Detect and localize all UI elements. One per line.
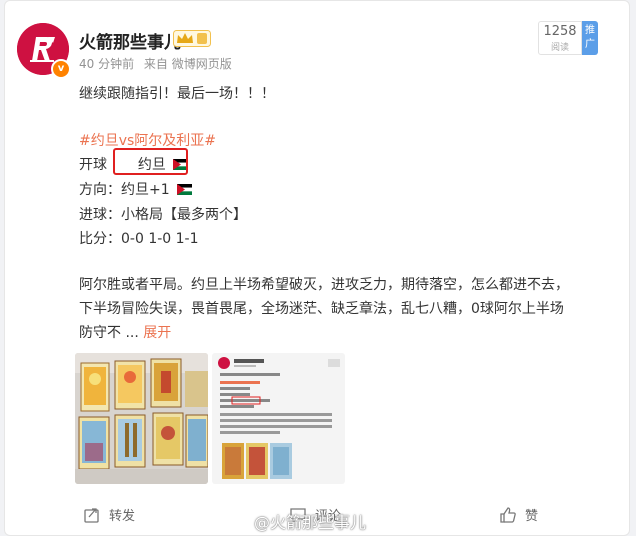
- read-count-value: 1258: [543, 24, 577, 39]
- jordan-flag-icon: [177, 184, 193, 195]
- goals-line: 进球：小格局【最多两个】: [79, 207, 247, 223]
- body-line-2: 下半场冒险失误，畏首畏尾，全场迷茫、缺乏章法，乱七八糟，0球阿尔上半场: [79, 301, 564, 317]
- direction-line: 方向：约旦+1: [79, 179, 193, 199]
- repost-icon: [84, 507, 99, 523]
- like-button[interactable]: 赞: [499, 505, 538, 524]
- body-line-1: 阿尔胜或者平局。约旦上半场希望破灭，进攻乏力，期待落空，怎么都进不去，: [79, 277, 569, 293]
- score-line: 比分：0-0 1-0 1-1: [79, 231, 199, 247]
- post-line-intro: 继续跟随指引！最后一场！！！: [79, 86, 275, 102]
- highlight-box: [113, 148, 188, 175]
- body-line-3-text: 防守不 ...: [79, 325, 139, 341]
- image-thumbnail-2[interactable]: [212, 353, 345, 484]
- body-line-3: 防守不 ... 展开: [79, 322, 171, 342]
- tarot-cards-photo: [75, 353, 208, 484]
- weibo-post-card: v 火箭那些事儿 40 分钟前 来自 微博网页版 1258 阅读 推广 继续跟随…: [4, 0, 630, 536]
- direction-value: 约旦+1: [121, 182, 170, 198]
- topic-link[interactable]: #约旦vs阿尔及利亚#: [79, 130, 216, 150]
- verified-badge-icon: v: [51, 59, 71, 79]
- direction-label: 方向：: [79, 182, 121, 198]
- read-count-label: 阅读: [550, 43, 569, 53]
- username[interactable]: 火箭那些事儿: [79, 28, 181, 53]
- like-label: 赞: [525, 509, 539, 524]
- read-count-box: 1258 阅读: [538, 21, 582, 55]
- thumbs-up-icon: [500, 506, 516, 523]
- watermark: @火箭那些事儿: [254, 513, 367, 532]
- post-source: 来自 微博网页版: [143, 57, 232, 71]
- post-time[interactable]: 40 分钟前: [79, 57, 134, 71]
- image-thumbnail-1[interactable]: [75, 353, 208, 484]
- repost-label: 转发: [109, 509, 136, 524]
- kickoff-label: 开球: [79, 157, 107, 173]
- post-screenshot-image: [212, 353, 345, 484]
- expand-link[interactable]: 展开: [143, 325, 171, 341]
- promote-button[interactable]: 推广: [582, 21, 598, 55]
- post-meta: 40 分钟前 来自 微博网页版: [79, 55, 238, 72]
- repost-button[interactable]: 转发: [83, 505, 135, 524]
- vip-crown-icon[interactable]: [173, 30, 211, 47]
